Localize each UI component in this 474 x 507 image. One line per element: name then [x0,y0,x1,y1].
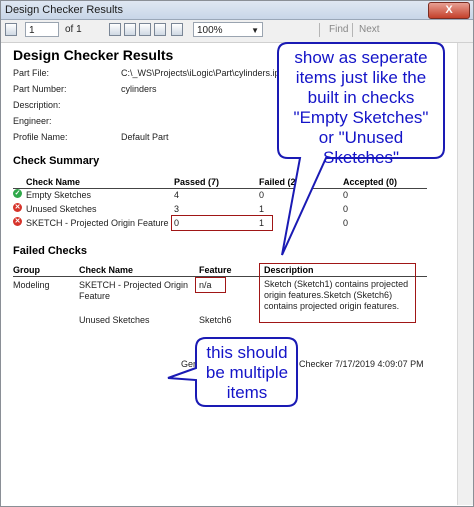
callout-line: this should [206,343,288,362]
callout-line: Sketches" [323,148,399,167]
callout-bottom-text: this should be multiple items [198,343,296,403]
callout-top-text: show as seperate items just like the bui… [280,48,442,168]
callout-line: show as seperate [294,48,428,67]
callout-line: or "Unused [318,128,404,147]
callout-line: "Empty Sketches" [293,108,429,127]
callout-line: be multiple [205,363,289,382]
callout-line: items just like the [295,68,427,87]
callout-line: items [226,383,268,402]
callout-line: built in checks [307,88,415,107]
